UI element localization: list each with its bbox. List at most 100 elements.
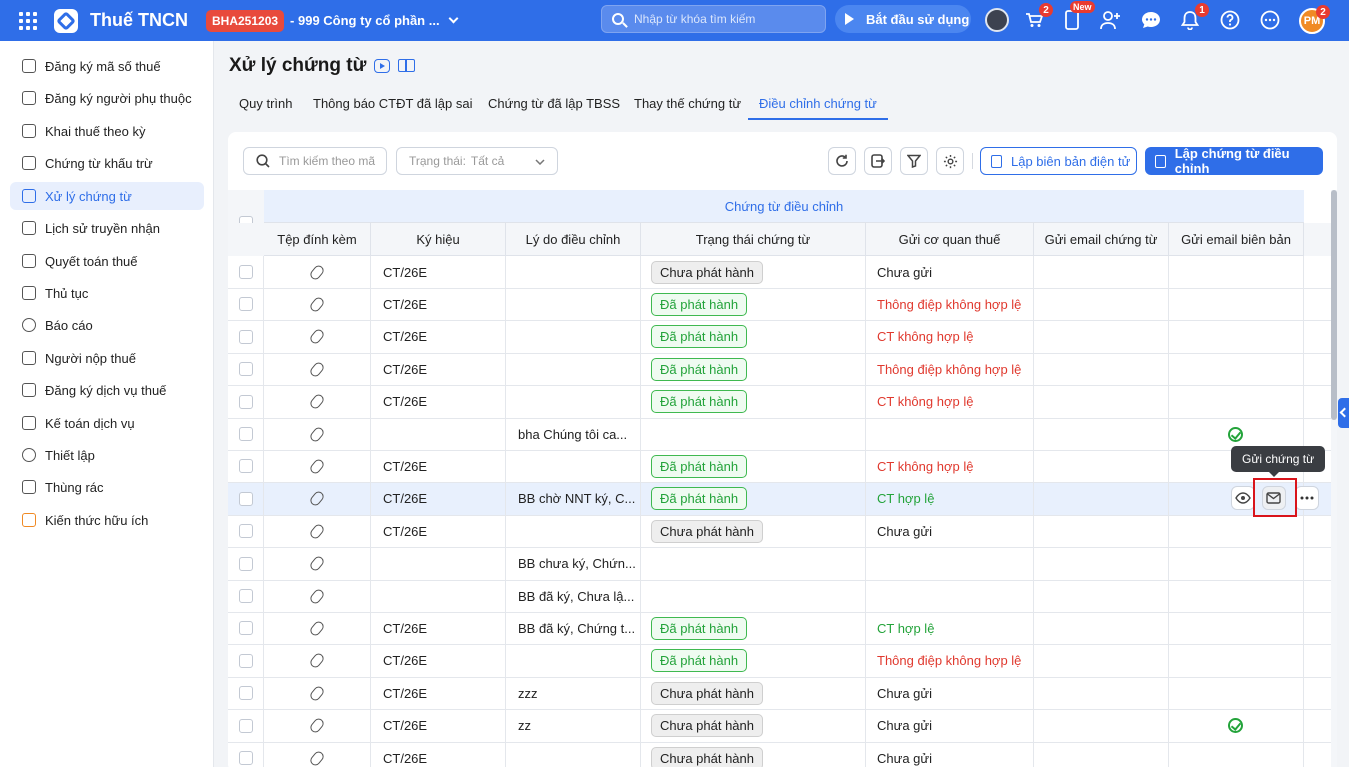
- table-row[interactable]: BB đã ký, Chưa lậ...: [228, 580, 1331, 613]
- col-email-doc[interactable]: Gửi email chứng từ: [1034, 223, 1169, 256]
- paperclip-icon[interactable]: [308, 457, 326, 476]
- table-row[interactable]: bha Chúng tôi ca...: [228, 418, 1331, 451]
- tab-thay-the[interactable]: Thay thế chứng từ: [634, 90, 741, 120]
- row-checkbox[interactable]: [238, 459, 253, 474]
- table-row[interactable]: CT/26E Đã phát hành CT không hợp lệ: [228, 450, 1331, 484]
- sidebar-item-5[interactable]: Lịch sử truyền nhận: [10, 214, 204, 242]
- refresh-button[interactable]: [828, 147, 856, 175]
- row-checkbox[interactable]: [238, 556, 253, 571]
- table-scrollbar-thumb[interactable]: [1331, 190, 1337, 420]
- tab-chung-tu-tbss[interactable]: Chứng từ đã lập TBSS: [488, 90, 620, 120]
- col-send-tax[interactable]: Gửi cơ quan thuế: [866, 223, 1034, 256]
- paperclip-icon[interactable]: [308, 651, 326, 670]
- table-row[interactable]: CT/26E Đã phát hành Thông điệp không hợp l…: [228, 353, 1331, 387]
- sidebar-item-12[interactable]: Thiết lập: [10, 441, 204, 469]
- paperclip-icon[interactable]: [308, 684, 326, 703]
- sidebar-item-0[interactable]: Đăng ký mã số thuế: [10, 52, 204, 80]
- company-code-badge[interactable]: BHA251203: [206, 9, 285, 32]
- tab-dieu-chinh[interactable]: Điều chỉnh chứng từ: [748, 90, 888, 120]
- row-checkbox[interactable]: [238, 297, 253, 312]
- row-checkbox[interactable]: [238, 718, 253, 733]
- table-row[interactable]: CT/26E Chưa phát hành Chưa gửi: [228, 256, 1331, 289]
- sidebar-item-13[interactable]: Thùng rác: [10, 473, 204, 501]
- paperclip-icon[interactable]: [308, 360, 326, 379]
- row-checkbox[interactable]: [238, 653, 253, 668]
- paperclip-icon[interactable]: [308, 749, 326, 767]
- col-status[interactable]: Trạng thái chứng từ: [641, 223, 866, 256]
- global-search[interactable]: [601, 5, 826, 33]
- table-row[interactable]: BB chưa ký, Chứn...: [228, 547, 1331, 581]
- row-checkbox[interactable]: [238, 491, 253, 506]
- row-checkbox[interactable]: [238, 589, 253, 603]
- row-checkbox[interactable]: [238, 427, 253, 441]
- paperclip-icon[interactable]: [308, 425, 326, 443]
- sidebar-item-1[interactable]: Đăng ký người phụ thuộc: [10, 84, 204, 112]
- more-actions-button[interactable]: [1295, 486, 1319, 510]
- filter-button[interactable]: [900, 147, 928, 175]
- table-row[interactable]: CT/26E Chưa phát hành Chưa gửi: [228, 515, 1331, 549]
- sidebar-item-7[interactable]: Thủ tục: [10, 279, 204, 307]
- export-button[interactable]: [864, 147, 892, 175]
- paperclip-icon[interactable]: [308, 392, 326, 411]
- table-row[interactable]: CT/26E Đã phát hành Thông điệp không hợp l…: [228, 644, 1331, 678]
- col-email-minutes[interactable]: Gửi email biên bản: [1169, 223, 1304, 256]
- table-row[interactable]: CT/26E Đã phát hành CT không hợp lệ: [228, 320, 1331, 354]
- paperclip-icon[interactable]: [308, 619, 326, 638]
- col-reason[interactable]: Lý do điều chỉnh: [506, 223, 641, 256]
- table-row[interactable]: CT/26E Đã phát hành CT không hợp lệ: [228, 385, 1331, 419]
- sidebar-item-6[interactable]: Quyết toán thuế: [10, 247, 204, 275]
- global-search-input[interactable]: [634, 12, 814, 26]
- row-checkbox[interactable]: [238, 362, 253, 377]
- create-adjustment-button[interactable]: Lập chứng từ điều chỉnh: [1145, 146, 1323, 176]
- sidebar-item-8[interactable]: Báo cáo: [10, 311, 204, 339]
- paperclip-icon[interactable]: [308, 587, 326, 605]
- mobile-app-icon[interactable]: New: [1060, 1, 1095, 32]
- sidebar-item-10[interactable]: Đăng ký dịch vụ thuế: [10, 376, 204, 404]
- row-checkbox[interactable]: [238, 751, 253, 765]
- sidebar-item-2[interactable]: Khai thuế theo kỳ: [10, 117, 204, 145]
- bell-icon[interactable]: 1: [1178, 3, 1209, 32]
- user-avatar[interactable]: PM 2: [1299, 5, 1330, 34]
- chat-icon[interactable]: [1139, 8, 1163, 32]
- paperclip-icon[interactable]: [308, 489, 326, 508]
- table-row[interactable]: CT/26E BB chờ NNT ký, C... Đã phát hành CT …: [228, 482, 1331, 516]
- table-row[interactable]: CT/26E zzz Chưa phát hành Chưa gửi: [228, 677, 1331, 711]
- paperclip-icon[interactable]: [308, 263, 326, 281]
- more-apps-icon[interactable]: [1258, 8, 1282, 32]
- sidebar-item-14[interactable]: Kiến thức hữu ích: [10, 506, 204, 534]
- row-checkbox[interactable]: [238, 524, 253, 539]
- row-checkbox[interactable]: [238, 686, 253, 701]
- add-user-icon[interactable]: [1098, 8, 1122, 32]
- chevron-down-icon[interactable]: [448, 13, 459, 24]
- paperclip-icon[interactable]: [308, 716, 326, 735]
- help-icon[interactable]: [1218, 8, 1242, 32]
- row-checkbox[interactable]: [238, 265, 253, 279]
- company-name[interactable]: - 999 Công ty cổ phần ...: [290, 13, 440, 28]
- paperclip-icon[interactable]: [308, 295, 326, 314]
- table-row[interactable]: CT/26E Đã phát hành Thông điệp không hợp l…: [228, 288, 1331, 322]
- status-filter-select[interactable]: Trạng thái: Tất cả: [396, 147, 558, 175]
- code-search-field[interactable]: Tìm kiếm theo mã: [243, 147, 387, 175]
- table-row[interactable]: CT/26E Chưa phát hành Chưa gửi: [228, 742, 1331, 767]
- table-row[interactable]: CT/26E zz Chưa phát hành Chưa gửi: [228, 709, 1331, 743]
- sidebar-item-9[interactable]: Người nộp thuế: [10, 344, 204, 372]
- video-guide-icon[interactable]: [374, 59, 390, 73]
- row-checkbox[interactable]: [238, 621, 253, 636]
- table-row[interactable]: CT/26E BB đã ký, Chứng t... Đã phát hành CT…: [228, 612, 1331, 646]
- view-button[interactable]: [1231, 486, 1255, 510]
- start-using-button[interactable]: Bắt đầu sử dụng: [835, 5, 971, 33]
- sidebar-item-4[interactable]: Xử lý chứng từ: [10, 182, 204, 210]
- cart-icon[interactable]: 2: [1022, 3, 1053, 32]
- sidebar-item-11[interactable]: Kế toán dịch vụ: [10, 409, 204, 437]
- row-checkbox[interactable]: [238, 329, 253, 344]
- paperclip-icon[interactable]: [308, 522, 326, 541]
- paperclip-icon[interactable]: [308, 327, 326, 346]
- col-symbol[interactable]: Ký hiệu: [371, 223, 506, 256]
- col-attachment[interactable]: Tệp đính kèm: [264, 223, 371, 256]
- collapse-panel-tab[interactable]: [1338, 398, 1349, 428]
- row-checkbox[interactable]: [238, 394, 253, 409]
- assistant-avatar-icon[interactable]: [985, 8, 1009, 32]
- paperclip-icon[interactable]: [308, 554, 326, 573]
- app-grid-icon[interactable]: [19, 11, 37, 30]
- tab-thong-bao-sai[interactable]: Thông báo CTĐT đã lập sai: [313, 90, 472, 120]
